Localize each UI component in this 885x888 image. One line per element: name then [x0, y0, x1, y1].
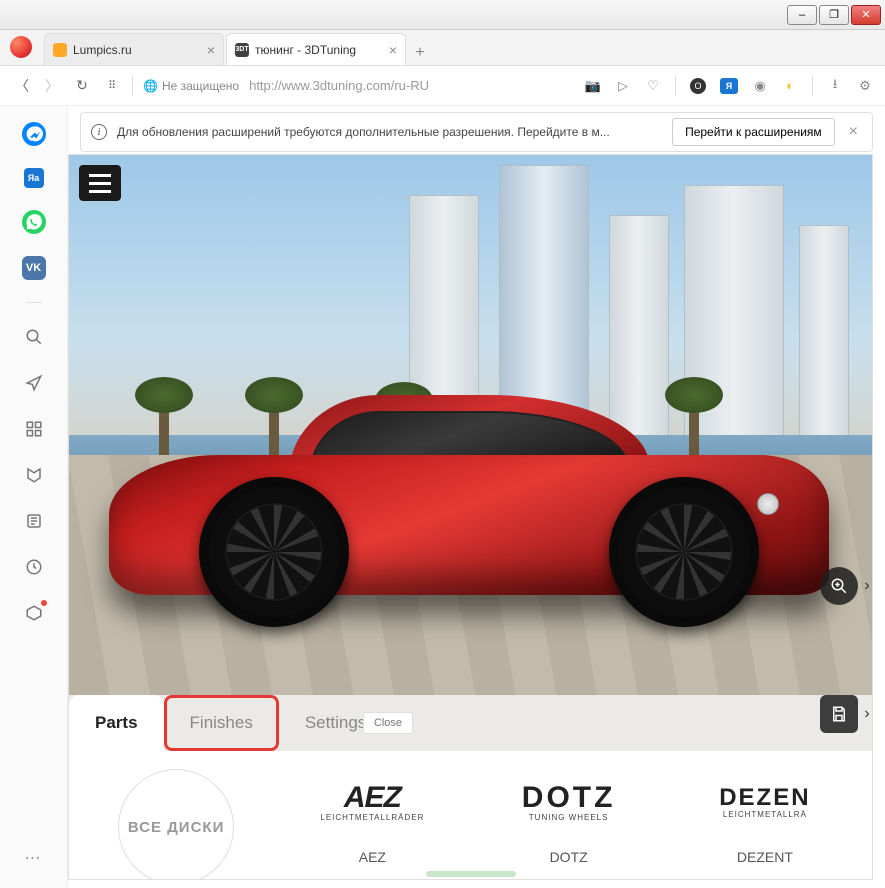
adblock-icon[interactable]: O: [690, 78, 706, 94]
car-wheel-rear: [609, 477, 759, 627]
hamburger-line-icon: [89, 182, 111, 185]
new-tab-button[interactable]: +: [408, 41, 432, 65]
brand-label: AEZ: [359, 849, 386, 865]
car-model[interactable]: 3DT: [109, 395, 829, 635]
tab-finishes[interactable]: Finishes: [164, 695, 279, 751]
brand-logo-text: DEZEN: [719, 786, 810, 810]
info-icon: i: [91, 124, 107, 140]
brand-logo-text: AEZ: [344, 783, 401, 813]
address-bar: 〈 〉 ↻ ⠿ 🌐 Не защищено http://www.3dtunin…: [0, 66, 885, 106]
url-text[interactable]: http://www.3dtuning.com/ru-RU: [249, 78, 429, 93]
play-icon[interactable]: ▷: [615, 78, 631, 94]
browser-tabstrip: Lumpics.ru × 3DT тюнинг - 3DTuning × +: [0, 30, 885, 66]
page-content: 3DT + › Parts Finishes Settings Close › …: [68, 154, 873, 880]
brand-aez[interactable]: AEZ LEICHTMETALLRÄDER AEZ: [279, 769, 465, 865]
history-sidebar-icon[interactable]: [22, 555, 46, 579]
extensions-sidebar-icon[interactable]: [22, 601, 46, 625]
car-3d-scene[interactable]: 3DT + ›: [69, 155, 872, 695]
brand-logo: DEZEN LEICHTMETALLRÄ: [719, 769, 810, 835]
brand-logo: AEZ LEICHTMETALLRÄDER: [320, 769, 424, 835]
notification-dot-icon: [40, 599, 48, 607]
tab-title: тюнинг - 3DTuning: [255, 43, 383, 57]
speed-dial-sidebar-icon[interactable]: [22, 417, 46, 441]
brand-logo: DOTZ TUNING WHEELS: [522, 769, 616, 835]
car-fuel-cap: [757, 493, 779, 515]
tab-3dtuning[interactable]: 3DT тюнинг - 3DTuning ×: [226, 33, 406, 65]
save-button[interactable]: [820, 695, 858, 733]
speed-dial-button[interactable]: ⠿: [102, 76, 122, 96]
easy-setup-icon[interactable]: ⚙: [857, 78, 873, 94]
tab-title: Lumpics.ru: [73, 43, 201, 57]
tab-lumpics[interactable]: Lumpics.ru ×: [44, 33, 224, 65]
reload-button[interactable]: ↻: [72, 76, 92, 96]
scene-menu-button[interactable]: +: [79, 165, 121, 201]
zoom-button[interactable]: [820, 567, 858, 605]
notification-close-icon[interactable]: ×: [845, 123, 862, 141]
favicon-icon: [53, 43, 67, 57]
brand-label: DEZENT: [737, 849, 793, 865]
zoom-expand-icon[interactable]: ›: [860, 577, 872, 595]
security-indicator[interactable]: 🌐 Не защищено: [143, 79, 239, 93]
tuning-tab-bar: Parts Finishes Settings Close ›: [69, 695, 872, 751]
separator: [812, 76, 813, 96]
downloads-icon[interactable]: ⭳: [827, 78, 843, 94]
close-panel-button[interactable]: Close: [363, 712, 413, 734]
scroll-indicator[interactable]: [426, 871, 516, 877]
go-to-extensions-button[interactable]: Перейти к расширениям: [672, 118, 835, 146]
separator: [675, 76, 676, 96]
snapshot-icon[interactable]: 📷: [585, 78, 601, 94]
favicon-icon: 3DT: [235, 43, 249, 57]
bookmarks-sidebar-icon[interactable]: [22, 463, 46, 487]
brand-all-circle: ВСЕ ДИСКИ: [118, 769, 234, 880]
browser-sidebar: Яа VK ⋯: [0, 106, 68, 888]
globe-icon: 🌐: [143, 79, 158, 93]
brand-dotz[interactable]: DOTZ TUNING WHEELS DOTZ: [476, 769, 662, 865]
window-maximize-button[interactable]: ❐: [819, 5, 849, 25]
translate-sidebar-icon[interactable]: Яа: [24, 168, 44, 188]
tab-close-icon[interactable]: ×: [207, 42, 215, 58]
nav-back-button[interactable]: 〈: [12, 76, 32, 96]
tab-parts[interactable]: Parts: [69, 695, 164, 751]
extension-icon[interactable]: ◉: [752, 78, 768, 94]
hamburger-line-icon: [89, 190, 111, 193]
translate-icon[interactable]: Я: [720, 78, 738, 94]
brand-logo-subtext: LEICHTMETALLRÄDER: [320, 813, 424, 822]
window-close-button[interactable]: ✕: [851, 5, 881, 25]
notification-text: Для обновления расширений требуются допо…: [117, 125, 662, 139]
vk-icon[interactable]: VK: [22, 256, 46, 280]
hamburger-line-icon: [89, 174, 111, 177]
window-titlebar: – ❐ ✕: [0, 0, 885, 30]
extension-notification-bar: i Для обновления расширений требуются до…: [80, 112, 873, 152]
heart-icon[interactable]: ♡: [645, 78, 661, 94]
brands-scroller[interactable]: ВСЕ ДИСКИ AEZ LEICHTMETALLRÄDER AEZ DOTZ…: [69, 751, 872, 879]
send-sidebar-icon[interactable]: [22, 371, 46, 395]
search-sidebar-icon[interactable]: [22, 325, 46, 349]
nav-forward-button[interactable]: 〉: [42, 76, 62, 96]
window-minimize-button[interactable]: –: [787, 5, 817, 25]
separator: [26, 302, 42, 303]
whatsapp-icon[interactable]: [22, 210, 46, 234]
opera-logo-icon[interactable]: [10, 36, 32, 58]
brand-logo-subtext: TUNING WHEELS: [529, 813, 609, 822]
news-sidebar-icon[interactable]: [22, 509, 46, 533]
brand-label: DOTZ: [550, 849, 588, 865]
security-label: Не защищено: [162, 79, 239, 93]
brand-logo-subtext: LEICHTMETALLRÄ: [723, 810, 807, 819]
extension-icon[interactable]: ◐: [782, 78, 798, 94]
brand-dezent[interactable]: DEZEN LEICHTMETALLRÄ DEZENT: [672, 769, 858, 865]
separator: [132, 76, 133, 96]
car-wheel-front: [199, 477, 349, 627]
brand-all-wheels[interactable]: ВСЕ ДИСКИ: [83, 769, 269, 880]
sidebar-more-icon[interactable]: ⋯: [25, 848, 43, 868]
save-expand-icon[interactable]: ›: [860, 705, 873, 723]
messenger-icon[interactable]: [22, 122, 46, 146]
tab-close-icon[interactable]: ×: [389, 42, 397, 58]
brand-logo-text: DOTZ: [522, 783, 616, 813]
